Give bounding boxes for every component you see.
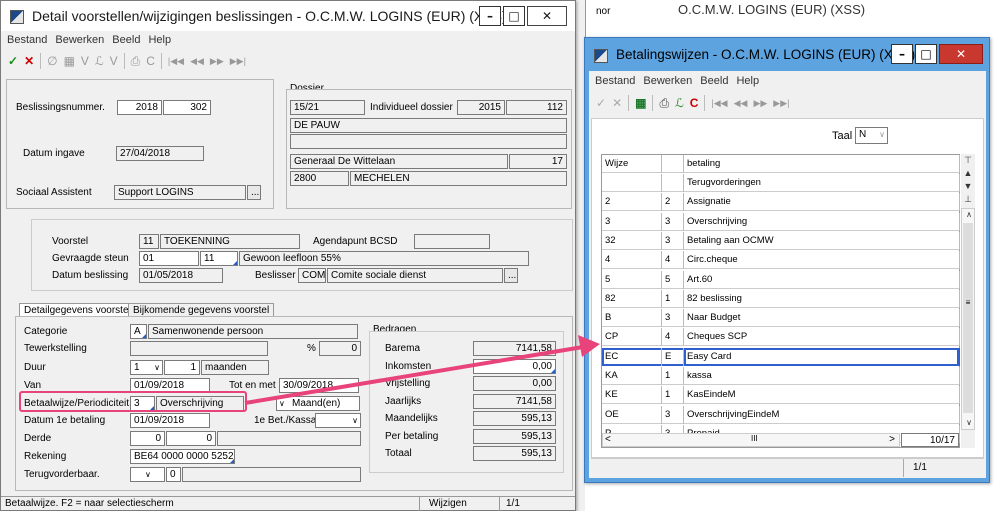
highlight-arrow — [244, 335, 600, 405]
arrow-line — [244, 345, 584, 405]
arrow-head — [578, 335, 600, 357]
